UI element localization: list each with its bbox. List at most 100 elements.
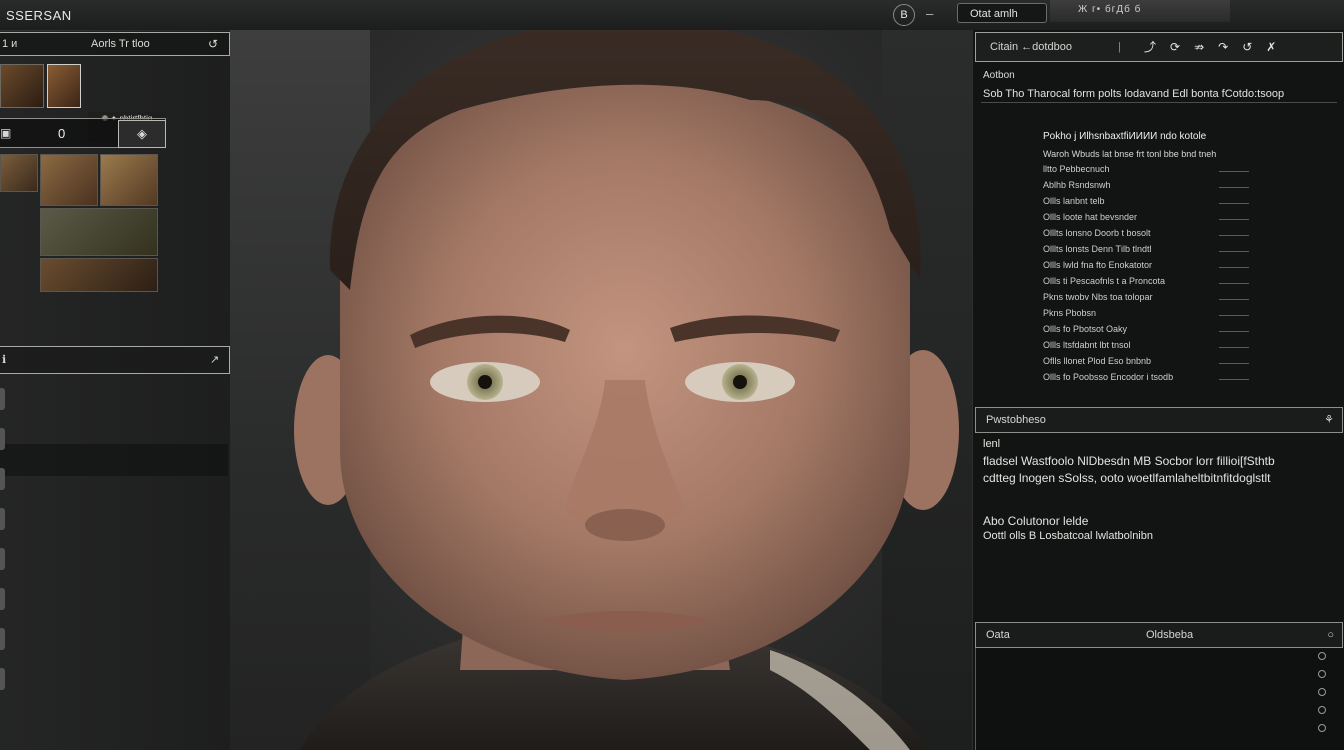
stat-row[interactable]: Pkns Pbobsn xyxy=(1043,308,1253,322)
stat-name: Olllts lonsno Doorb t bosolt xyxy=(1043,228,1151,238)
scrollbar[interactable] xyxy=(1314,648,1328,750)
art-thumbnail[interactable] xyxy=(40,208,158,256)
stat-name: Olllts lonsts Denn Тilb tlndtl xyxy=(1043,244,1152,254)
stat-row[interactable]: Olllts lonsno Doorb t bosolt xyxy=(1043,228,1253,242)
stat-row[interactable]: Olllts lonsts Denn Тilb tlndtl xyxy=(1043,244,1253,258)
tool-tab[interactable] xyxy=(0,628,5,650)
art-thumbnail[interactable] xyxy=(0,154,38,192)
stat-value xyxy=(1219,363,1249,364)
stats-subheader: Waroh Wbuds lat bnse frt tonl bbe bnd tn… xyxy=(1043,149,1217,159)
properties-text-line: Abo Colutonor lelde xyxy=(983,514,1089,528)
left-panel-header-label: Aorls Tr tloo xyxy=(91,38,150,50)
stat-row[interactable]: Ollls lwld fna fto Enokatotor xyxy=(1043,260,1253,274)
tool-tab[interactable] xyxy=(0,548,5,570)
left-panel: 1 и Aorls Tr tloo ↺ ❁ ✦ pbtirtfhtig ▣ 0 … xyxy=(0,30,230,750)
diamond-button-icon[interactable]: ◈ xyxy=(118,120,166,148)
stat-name: Ollls fo Pbotsot Oaky xyxy=(1043,324,1128,334)
divider xyxy=(981,102,1337,103)
properties-title: Pwstobheso xyxy=(986,414,1046,426)
scroll-marker xyxy=(1318,670,1326,678)
scroll-marker xyxy=(1318,652,1326,660)
stat-value xyxy=(1219,267,1249,268)
properties-label: lenl xyxy=(983,438,1001,450)
stat-name: Ollls lanbnt telb xyxy=(1043,196,1105,206)
stat-name: Ollls ti Pescaofnls t a Proncota xyxy=(1043,276,1166,286)
stat-row[interactable]: Ablhb Rsndsnwh xyxy=(1043,180,1253,194)
stat-value xyxy=(1219,315,1249,316)
description: Sob Tho Tharocal form polts lodavand Edl… xyxy=(983,88,1285,100)
info-icon: ℹ xyxy=(2,354,7,366)
stat-row[interactable]: lltto Pebbecnuch xyxy=(1043,164,1253,178)
section-label: Aotbon xyxy=(983,70,1015,81)
character-portrait xyxy=(294,30,959,750)
stat-value xyxy=(1219,219,1249,220)
lower-content-area xyxy=(975,648,1344,750)
footer-left-label: Oata xyxy=(986,629,1010,641)
footer-center-label: Oldsbeba xyxy=(1146,629,1194,641)
stats-header: Pokho j ИlhsnbaxtfiИИИИ ndo kotole xyxy=(1043,131,1207,142)
properties-text-line: cdtteg lnogen sSolss, ooto woetlfamlahel… xyxy=(983,471,1271,485)
left-panel-header: 1 и Aorls Tr tloo ↺ xyxy=(0,32,230,56)
stat-row[interactable]: Ollls loote hat bevsnder xyxy=(1043,212,1253,226)
tool-tab[interactable] xyxy=(0,388,5,410)
stat-row[interactable]: Ollls fo Pbotsot Oaky xyxy=(1043,324,1253,338)
slider-row[interactable]: ▣ 0 ◈ xyxy=(0,118,166,148)
properties-icon[interactable]: ⚘ xyxy=(1324,408,1334,432)
properties-text-line: Oottl olls B Losbatcoal lwlatbolnibn xyxy=(983,530,1153,542)
tool-tab[interactable] xyxy=(0,588,5,610)
stat-value xyxy=(1219,283,1249,284)
left-panel-header-left: 1 и xyxy=(2,38,18,50)
left-panel-section[interactable]: ℹ ↗ xyxy=(0,346,230,374)
stat-row[interactable]: Ollls fo Poobsso Encodor i tsodb xyxy=(1043,372,1253,386)
character-viewport[interactable] xyxy=(230,30,972,750)
stat-row[interactable]: Ollls ltsfdabnt lbt tnsol xyxy=(1043,340,1253,354)
slider-value[interactable]: 0 xyxy=(58,126,65,141)
close-icon[interactable]: ✗ xyxy=(1266,40,1290,54)
stat-name: Ablhb Rsndsnwh xyxy=(1043,180,1111,190)
footer-bar[interactable]: Oata Oldsbeba ○ xyxy=(975,622,1343,648)
redo-icon[interactable]: ↷ xyxy=(1218,40,1242,54)
stat-value xyxy=(1219,347,1249,348)
stat-value xyxy=(1219,203,1249,204)
upload-icon[interactable]: ⤴ xyxy=(1144,40,1170,54)
stat-name: Pkns Pbobsn xyxy=(1043,308,1097,318)
stat-name: lltto Pebbecnuch xyxy=(1043,164,1110,174)
preset-thumbnail[interactable] xyxy=(0,64,44,108)
right-panel-title: Citain ←dotdboo xyxy=(990,41,1072,53)
properties-header[interactable]: Pwstobheso ⚘ xyxy=(975,407,1343,433)
stat-value xyxy=(1219,251,1249,252)
tool-tab[interactable] xyxy=(0,668,5,690)
stat-name: Ollls loote hat bevsnder xyxy=(1043,212,1138,222)
preset-thumbnail-selected[interactable] xyxy=(47,64,81,108)
stat-row[interactable]: Pkns twobv Nbs toa tolopar xyxy=(1043,292,1253,306)
scroll-marker xyxy=(1318,706,1326,714)
circle-icon[interactable]: ○ xyxy=(1327,623,1334,647)
stat-value xyxy=(1219,187,1249,188)
undo-icon[interactable]: ↺ xyxy=(1242,40,1266,54)
tool-tab[interactable] xyxy=(0,428,5,450)
top-menu-strip[interactable]: Ж г• бгДб б xyxy=(1050,0,1230,22)
tool-tab[interactable] xyxy=(0,468,5,490)
right-panel-header: Citain ←dotdboo | ⤴⟳⇏↷↺✗ xyxy=(975,32,1343,62)
scroll-marker xyxy=(1318,688,1326,696)
refresh-icon[interactable]: ↺ xyxy=(208,33,218,55)
stat-row[interactable]: Oflls llonet Plod Eso bnbnb xyxy=(1043,356,1253,370)
art-thumbnail[interactable] xyxy=(100,154,158,206)
stat-row[interactable]: Ollls lanbnt telb xyxy=(1043,196,1253,210)
top-dash: – xyxy=(926,6,934,21)
stat-value xyxy=(1219,299,1249,300)
profile-icon[interactable]: B xyxy=(893,4,915,26)
swap-icon[interactable]: ⇏ xyxy=(1194,40,1218,54)
art-thumbnail[interactable] xyxy=(40,258,158,292)
stat-row[interactable]: Ollls ti Pescaofnls t a Proncota xyxy=(1043,276,1253,290)
rotate-icon[interactable]: ⟳ xyxy=(1170,40,1194,54)
art-thumbnail[interactable] xyxy=(40,154,98,206)
right-panel: Citain ←dotdboo | ⤴⟳⇏↷↺✗ Aotbon Sob Tho … xyxy=(972,30,1344,750)
search-input[interactable]: Otat amlh xyxy=(957,3,1047,23)
stat-name: Ollls fo Poobsso Encodor i tsodb xyxy=(1043,372,1174,382)
stat-value xyxy=(1219,171,1249,172)
tool-tab[interactable] xyxy=(0,508,5,530)
properties-text-line: fladsel Wastfoolo NlDbesdn MB Socbor lor… xyxy=(983,454,1275,468)
top-bar: SSERSAN B – Otat amlh Ж г• бгДб б xyxy=(0,0,1344,31)
expand-arrow-icon[interactable]: ↗ xyxy=(210,347,219,373)
